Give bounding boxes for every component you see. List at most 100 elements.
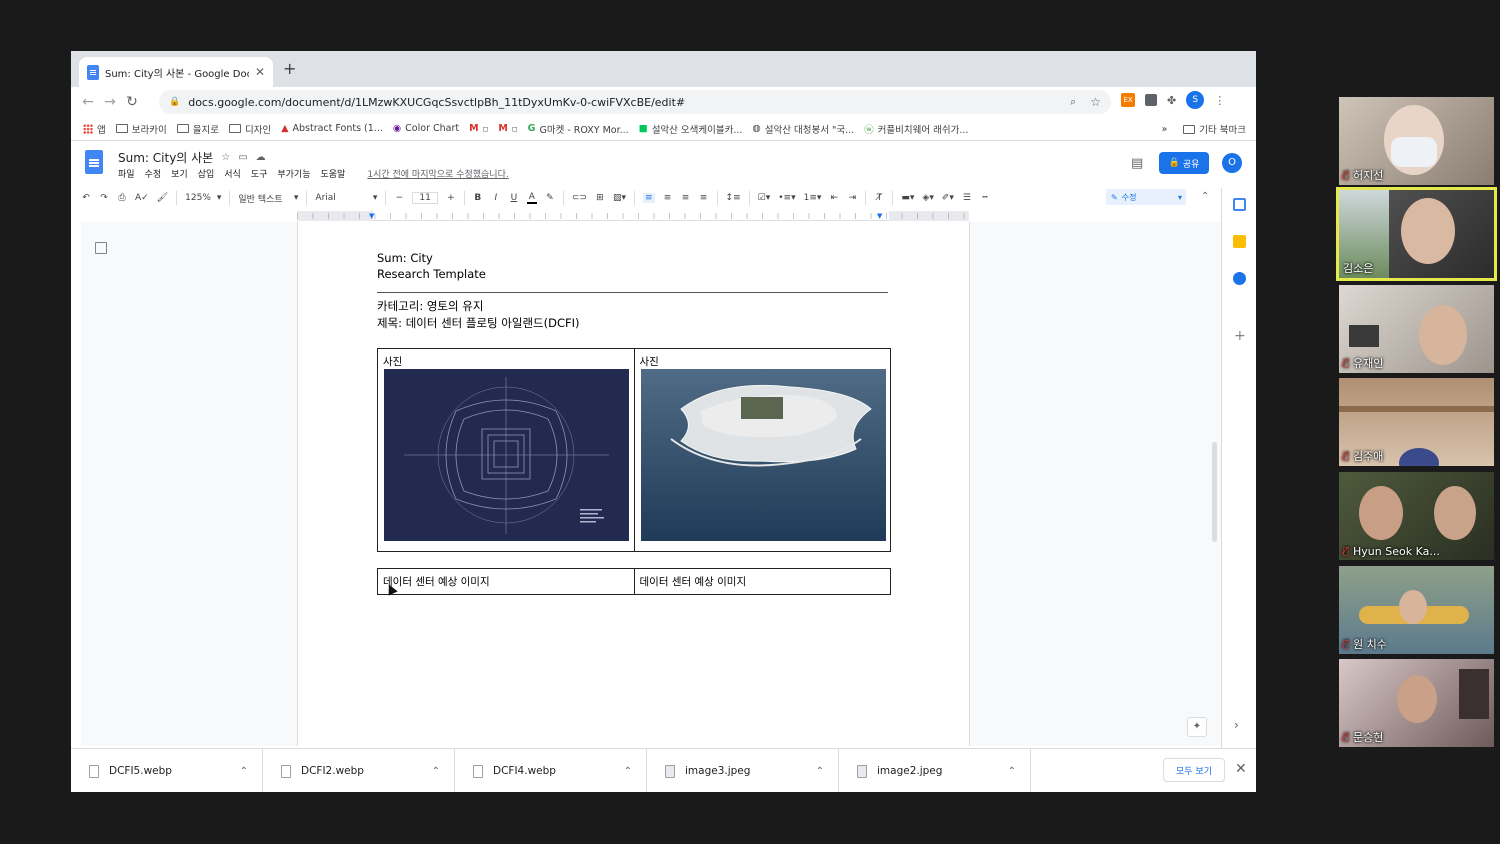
chevron-right-icon[interactable]: › <box>1234 718 1239 732</box>
undo-icon[interactable]: ↶ <box>81 193 91 203</box>
calendar-icon[interactable] <box>1233 198 1246 211</box>
collapse-menus-icon[interactable]: ⌃ <box>1201 191 1209 202</box>
chevron-up-icon[interactable]: ⌃ <box>432 766 440 777</box>
decrease-font-size-icon[interactable]: − <box>394 193 404 203</box>
numbered-list-icon[interactable]: 1≡▾ <box>804 193 822 203</box>
border-color-icon[interactable]: ▬▾ <box>901 193 914 203</box>
text-color-icon[interactable]: A <box>526 192 537 204</box>
participant-tile[interactable]: 🎙̸ 유재인 <box>1339 285 1494 373</box>
more-bookmarks-icon[interactable]: » <box>1161 124 1167 135</box>
floating-island-render-image[interactable] <box>640 369 886 541</box>
zoom-search-icon[interactable]: ⌕ <box>1070 95 1076 109</box>
download-item[interactable]: image2.jpeg ⌃ <box>839 749 1031 792</box>
menu-edit[interactable]: 수정 <box>145 167 162 180</box>
paint-format-icon[interactable]: 🖌 <box>157 193 168 203</box>
link-icon[interactable]: ⊂⊃ <box>572 193 587 203</box>
style-select[interactable]: 일반 텍스트 ▾ <box>238 192 298 205</box>
align-center-icon[interactable]: ≡ <box>663 193 673 203</box>
reader-extension-icon[interactable] <box>1145 94 1157 106</box>
move-folder-icon[interactable]: ▭ <box>238 152 247 163</box>
participant-tile[interactable]: 🎙̸ 김주애 <box>1339 378 1494 466</box>
download-item[interactable]: image3.jpeg ⌃ <box>647 749 839 792</box>
reload-icon[interactable]: ↻ <box>121 94 143 110</box>
browser-tab[interactable]: Sum: City의 사본 - Google Docs ✕ <box>79 57 273 87</box>
bookmark-link[interactable]: ⓦ 커플비치웨어 래쉬가... <box>864 122 968 136</box>
bookmark-apps[interactable]: 앱 <box>83 122 106 136</box>
get-addons-icon[interactable]: + <box>1234 328 1246 344</box>
border-dash-icon[interactable]: ┅ <box>980 193 990 203</box>
cloud-status-icon[interactable]: ☁ <box>256 152 266 163</box>
background-color-icon[interactable]: ◈▾ <box>922 193 933 203</box>
caption-cell[interactable]: 데이터 센터 예상 이미지 <box>378 569 634 594</box>
align-justify-icon[interactable]: ≡ <box>699 193 709 203</box>
share-button[interactable]: 🔒 공유 <box>1159 152 1209 174</box>
menu-tools[interactable]: 도구 <box>251 167 268 180</box>
explore-icon[interactable]: ✦ <box>1187 717 1207 737</box>
download-item[interactable]: DCFI4.webp ⌃ <box>455 749 647 792</box>
last-edit-link[interactable]: 1시간 전에 마지막으로 수정했습니다. <box>367 167 508 180</box>
chevron-up-icon[interactable]: ⌃ <box>1008 766 1016 777</box>
bookmark-gmail[interactable]: M ◻ <box>498 123 517 134</box>
bookmark-folder[interactable]: 을지로 <box>176 122 219 136</box>
pen-color-icon[interactable]: ✐▾ <box>942 193 954 203</box>
photo-table[interactable]: 사진 사진 <box>377 348 891 552</box>
account-avatar[interactable]: O <box>1222 153 1242 173</box>
menu-format[interactable]: 서식 <box>224 167 241 180</box>
bulleted-list-icon[interactable]: •≡▾ <box>778 193 795 203</box>
bold-icon[interactable]: B <box>473 193 483 203</box>
document-outline-icon[interactable] <box>95 242 107 254</box>
document-page[interactable]: Sum: City Research Template 카테고리: 영토의 유지… <box>297 222 970 746</box>
doc-title[interactable]: Sum: City의 사본 <box>118 149 213 166</box>
decrease-indent-icon[interactable]: ⇤ <box>829 193 839 203</box>
editing-mode-select[interactable]: ✎ 수정 ▾ <box>1106 189 1186 205</box>
comment-history-icon[interactable]: ▤ <box>1131 156 1143 171</box>
font-size-input[interactable]: 11 <box>412 192 438 204</box>
chevron-up-icon[interactable]: ⌃ <box>240 766 248 777</box>
chrome-menu-icon[interactable]: ⋮ <box>1214 94 1225 107</box>
border-width-icon[interactable]: ☰ <box>962 193 972 203</box>
menu-insert[interactable]: 삽입 <box>198 167 215 180</box>
caption-table[interactable]: 데이터 센터 예상 이미지 데이터 센터 예상 이미지 <box>377 568 891 595</box>
participant-tile[interactable]: 🎙̸ 문승현 <box>1339 659 1494 747</box>
google-docs-logo-icon[interactable] <box>85 150 103 174</box>
bookmark-gmail[interactable]: M ◻ <box>469 123 488 134</box>
chevron-up-icon[interactable]: ⌃ <box>624 766 632 777</box>
show-all-downloads-button[interactable]: 모두 보기 <box>1163 758 1225 782</box>
participant-tile-active-speaker[interactable]: 김소은 <box>1336 187 1497 281</box>
bookmark-folder[interactable]: 보라카이 <box>115 122 167 136</box>
participant-tile[interactable]: 🎙̸ Hyun Seok Ka... <box>1339 472 1494 560</box>
table-cell[interactable]: 사진 <box>633 349 891 551</box>
back-arrow-icon[interactable]: ← <box>77 94 99 110</box>
close-downloads-icon[interactable]: ✕ <box>1235 761 1247 777</box>
clear-formatting-icon[interactable]: T̸ <box>874 193 884 203</box>
bookmark-link[interactable]: ▲ Abstract Fonts (1... <box>281 123 383 134</box>
zoom-select[interactable]: 125% ▾ <box>185 193 221 203</box>
right-indent-marker-icon[interactable]: ▼ <box>877 212 882 220</box>
spellcheck-icon[interactable]: A✓ <box>135 193 149 203</box>
profile-avatar[interactable]: S <box>1186 91 1205 109</box>
table-cell[interactable]: 사진 <box>378 349 634 551</box>
increase-font-size-icon[interactable]: + <box>446 193 456 203</box>
increase-indent-icon[interactable]: ⇥ <box>847 193 857 203</box>
redo-icon[interactable]: ↷ <box>99 193 109 203</box>
new-tab-button[interactable]: + <box>283 59 296 78</box>
checklist-icon[interactable]: ☑▾ <box>758 193 771 203</box>
star-icon[interactable]: ☆ <box>221 152 230 163</box>
scrollbar[interactable] <box>1212 442 1217 542</box>
other-bookmarks[interactable]: » 기타 북마크 <box>1161 122 1246 137</box>
bookmark-star-icon[interactable]: ☆ <box>1090 95 1101 109</box>
chevron-up-icon[interactable]: ⌃ <box>816 766 824 777</box>
participant-tile[interactable]: 🎙̸ 원 치수 <box>1339 566 1494 654</box>
extension-icon[interactable]: EX <box>1121 93 1135 107</box>
menu-file[interactable]: 파일 <box>118 167 135 180</box>
download-item[interactable]: DCFI5.webp ⌃ <box>71 749 263 792</box>
tasks-icon[interactable] <box>1233 272 1246 285</box>
bookmark-folder[interactable]: 디자인 <box>228 122 271 136</box>
caption-cell[interactable]: 데이터 센터 예상 이미지 <box>633 569 891 594</box>
align-left-icon[interactable]: ≡ <box>642 193 655 203</box>
participant-tile[interactable]: 🎙̸ 허지선 <box>1339 97 1494 185</box>
underline-icon[interactable]: U <box>509 193 519 203</box>
forward-arrow-icon[interactable]: → <box>99 94 121 110</box>
close-tab-icon[interactable]: ✕ <box>255 65 265 79</box>
highlight-icon[interactable]: ✎ <box>545 193 555 203</box>
